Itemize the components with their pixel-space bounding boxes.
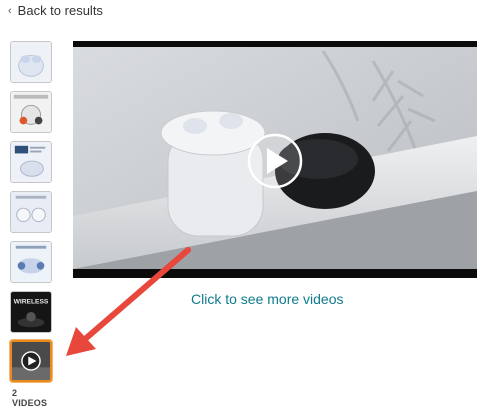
earbuds-case-image: [11, 42, 51, 82]
thumbnail-video[interactable]: [10, 340, 52, 382]
wireless-thumb-text: WIRELESS: [14, 298, 49, 305]
earbuds-features-image: [11, 242, 51, 282]
earbuds-fit-image: [11, 192, 51, 232]
thumbnail-battery-hours[interactable]: [10, 141, 52, 183]
video-player[interactable]: [73, 41, 477, 278]
videos-count-label: 2 VIDEOS: [12, 388, 48, 408]
video-frame-image: [73, 41, 477, 278]
thumbnail-wireless[interactable]: WIRELESS: [10, 291, 52, 333]
thumbnail-earbuds-case[interactable]: [10, 41, 52, 83]
noise-cancellation-image: [11, 92, 51, 132]
wireless-image: WIRELESS: [11, 292, 51, 332]
back-to-results-link[interactable]: ‹ Back to results: [8, 3, 103, 18]
thumbnail-noise-cancellation[interactable]: [10, 91, 52, 133]
see-more-videos-link[interactable]: Click to see more videos: [191, 291, 344, 307]
chevron-left-icon: ‹: [8, 4, 12, 17]
thumbnail-earbuds-features[interactable]: [10, 241, 52, 283]
back-to-results-label: Back to results: [17, 3, 103, 18]
thumbnail-earbuds-fit[interactable]: [10, 191, 52, 233]
video-thumbnail-image: [12, 342, 50, 380]
battery-hours-image: [11, 142, 51, 182]
